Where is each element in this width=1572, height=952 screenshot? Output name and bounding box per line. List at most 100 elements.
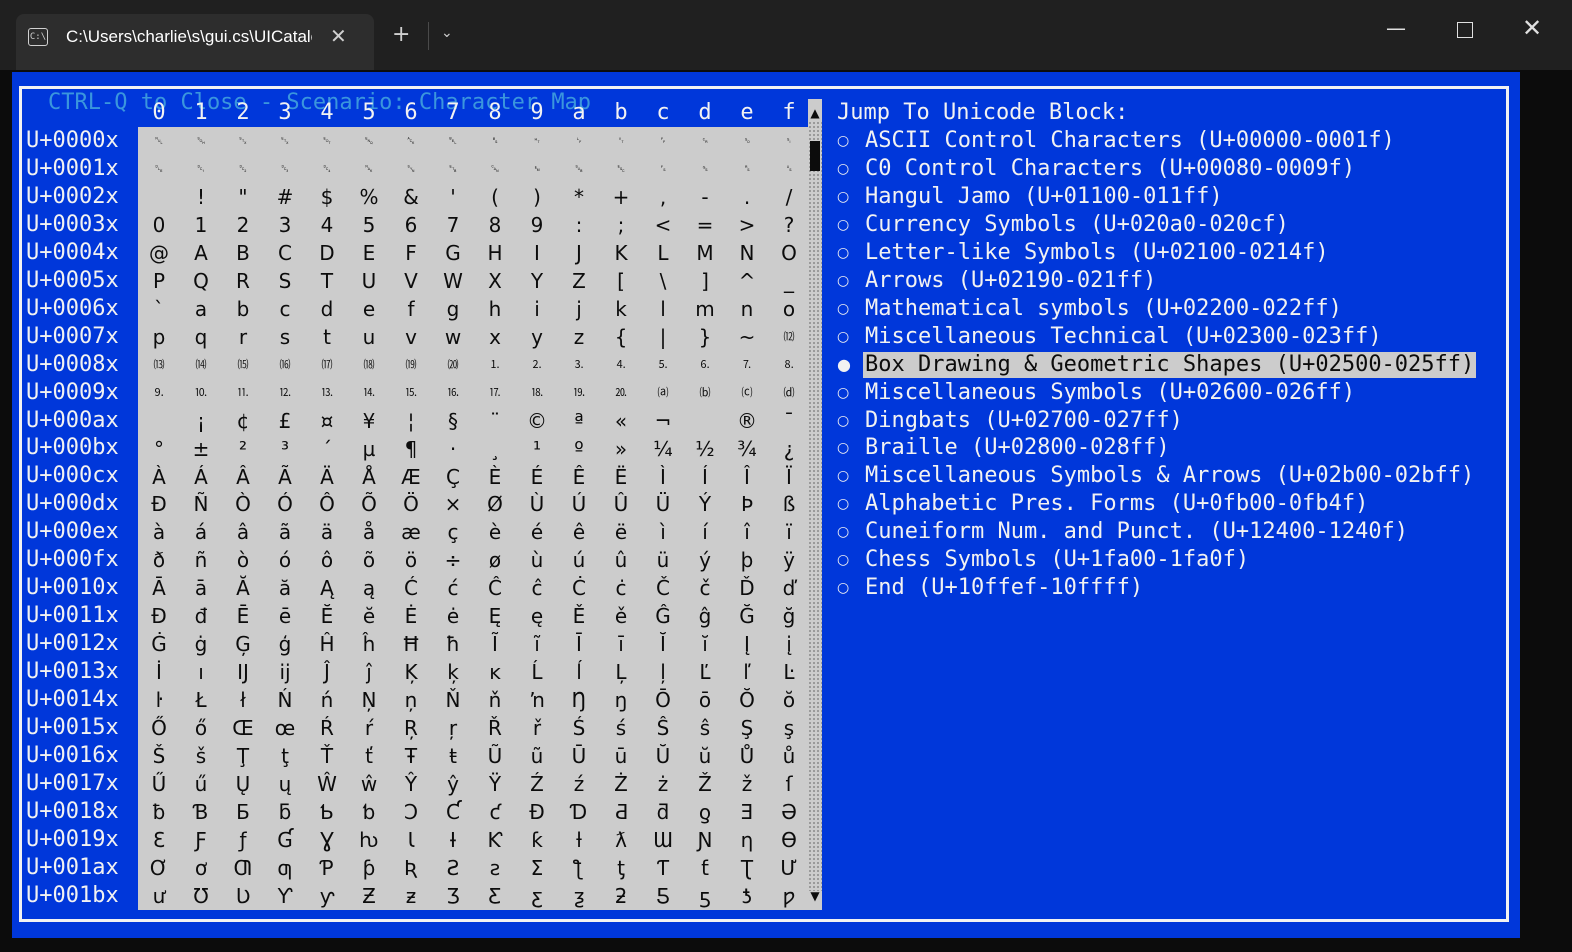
unicode-block-option[interactable]: ○ Braille (U+02800-028ff) — [837, 434, 1476, 462]
radio-unchecked-icon[interactable]: ○ — [837, 524, 863, 540]
unicode-block-option[interactable]: ○ Chess Symbols (U+1fa00-1fa0f) — [837, 546, 1476, 574]
charmap-grid[interactable]: ␀ ␁ ␂ ␃ ␄ ␅ ␆ ␇ ␈ ␉ ␊ ␋ ␌ ␍ ␎ ␏ ␐ ␑ ␒ ␓ ␔ ␕ ␖ ␗ ␘ ␙ ␚ ␛ ␜ ␝ ␞ ␟ ! " # $% & '… — [138, 127, 808, 910]
glyph-cell[interactable]: ą — [348, 574, 390, 602]
unicode-block-option[interactable]: ○ Dingbats (U+02700-027ff) — [837, 407, 1476, 435]
glyph-cell[interactable]: Ü — [642, 490, 684, 518]
glyph-cell[interactable] — [138, 183, 180, 211]
radio-unchecked-icon[interactable]: ○ — [837, 468, 863, 484]
glyph-cell[interactable]: ţ — [264, 742, 306, 770]
glyph-cell[interactable]: ␞ — [726, 155, 768, 183]
glyph-cell[interactable]: 8 — [474, 211, 516, 239]
glyph-cell[interactable]: ␆ — [390, 127, 432, 155]
radio-unchecked-icon[interactable]: ○ — [837, 273, 863, 289]
glyph-cell[interactable]: į — [768, 630, 808, 658]
glyph-cell[interactable]: u — [348, 323, 390, 351]
glyph-cell[interactable]: ç — [432, 518, 474, 546]
unicode-block-option[interactable]: ○ Letter-like Symbols (U+02100-0214f) — [837, 239, 1476, 267]
glyph-cell[interactable]: ¢ — [222, 407, 264, 435]
unicode-block-option[interactable]: ● Box Drawing & Geometric Shapes (U+02500… — [837, 351, 1477, 379]
minimize-icon[interactable]: — — [1386, 16, 1406, 40]
glyph-cell[interactable]: Ŗ — [390, 714, 432, 742]
glyph-cell[interactable]: ý — [684, 546, 726, 574]
glyph-cell[interactable]: m — [684, 295, 726, 323]
glyph-cell[interactable]: è — [474, 518, 516, 546]
glyph-cell[interactable]: } — [684, 323, 726, 351]
glyph-cell[interactable]: : — [558, 211, 600, 239]
glyph-cell[interactable]: C — [264, 239, 306, 267]
glyph-cell[interactable]: É — [516, 463, 558, 491]
glyph-cell[interactable]: ␀ — [138, 127, 180, 155]
glyph-cell[interactable]: Ŝ — [642, 714, 684, 742]
glyph-cell[interactable]: | — [642, 323, 684, 351]
glyph-cell[interactable]: 2 — [222, 211, 264, 239]
glyph-cell[interactable]: ⒋ — [600, 351, 642, 379]
glyph-cell[interactable]: ƾ — [726, 882, 768, 910]
glyph-cell[interactable]: ŉ — [516, 686, 558, 714]
glyph-cell[interactable]: Ū — [558, 742, 600, 770]
glyph-cell[interactable]: ň — [474, 686, 516, 714]
radio-unchecked-icon[interactable]: ○ — [837, 329, 863, 345]
glyph-cell[interactable]: ¦ — [390, 407, 432, 435]
glyph-cell[interactable]: ␙ — [516, 155, 558, 183]
glyph-cell[interactable]: o — [768, 295, 808, 323]
glyph-cell[interactable]: ď — [768, 574, 808, 602]
unicode-block-option[interactable]: ○ C0 Control Characters (U+00080-0009f) — [837, 155, 1476, 183]
glyph-cell[interactable]: y — [516, 323, 558, 351]
glyph-cell[interactable]: Y — [516, 267, 558, 295]
glyph-cell[interactable]: ¨ — [474, 407, 516, 435]
glyph-cell[interactable]: ¥ — [348, 407, 390, 435]
glyph-cell[interactable]: ⒏ — [768, 351, 808, 379]
glyph-cell[interactable]: ƀ — [138, 798, 180, 826]
glyph-cell[interactable]: ğ — [768, 602, 808, 630]
glyph-cell[interactable]: Û — [600, 490, 642, 518]
glyph-cell[interactable]: ␜ — [642, 155, 684, 183]
glyph-cell[interactable]: Ż — [600, 770, 642, 798]
glyph-cell[interactable]: ĳ — [264, 658, 306, 686]
glyph-cell[interactable]: ³ — [264, 435, 306, 463]
glyph-cell[interactable]: ? — [768, 211, 808, 239]
glyph-cell[interactable]: ƚ — [558, 826, 600, 854]
glyph-cell[interactable]: I — [516, 239, 558, 267]
glyph-cell[interactable]: İ — [138, 658, 180, 686]
glyph-cell[interactable]: ï — [768, 518, 808, 546]
glyph-cell[interactable]: ƥ — [348, 854, 390, 882]
glyph-cell[interactable]: ń — [306, 686, 348, 714]
glyph-cell[interactable]: ␓ — [264, 155, 306, 183]
glyph-cell[interactable]: Ɔ — [390, 798, 432, 826]
glyph-cell[interactable]: F — [390, 239, 432, 267]
glyph-cell[interactable]: ¤ — [306, 407, 348, 435]
glyph-cell[interactable]: Ƌ — [600, 798, 642, 826]
glyph-cell[interactable]: ⒜ — [642, 379, 684, 407]
radio-unchecked-icon[interactable]: ○ — [837, 385, 863, 401]
glyph-cell[interactable]: ř — [516, 714, 558, 742]
glyph-cell[interactable]: P — [138, 267, 180, 295]
glyph-cell[interactable]: č — [684, 574, 726, 602]
glyph-cell[interactable]: * — [558, 183, 600, 211]
glyph-cell[interactable]: r — [222, 323, 264, 351]
glyph-cell[interactable]: Ĺ — [516, 658, 558, 686]
glyph-cell[interactable]: Ƣ — [222, 854, 264, 882]
charmap-scrollbar[interactable]: ▲ ▼ — [808, 99, 822, 910]
glyph-cell[interactable]: Ʒ — [432, 882, 474, 910]
glyph-cell[interactable]: ŵ — [348, 770, 390, 798]
glyph-cell[interactable]: ⒔ — [306, 379, 348, 407]
glyph-cell[interactable]: ⒑ — [180, 379, 222, 407]
unicode-block-option[interactable]: ○ Alphabetic Pres. Forms (U+0fb00-0fb4f) — [837, 490, 1476, 518]
glyph-cell[interactable]: ² — [222, 435, 264, 463]
glyph-cell[interactable]: ( — [474, 183, 516, 211]
glyph-cell[interactable]: ź — [558, 770, 600, 798]
glyph-cell[interactable]: ù — [516, 546, 558, 574]
glyph-cell[interactable]: Ľ — [684, 658, 726, 686]
glyph-cell[interactable]: å — [348, 518, 390, 546]
glyph-cell[interactable]: Ʀ — [390, 854, 432, 882]
glyph-cell[interactable]: ⒟ — [768, 379, 808, 407]
glyph-cell[interactable]: Æ — [390, 463, 432, 491]
glyph-cell[interactable]: Ɛ — [138, 826, 180, 854]
glyph-cell[interactable]: h — [474, 295, 516, 323]
glyph-cell[interactable]: ⒙ — [516, 379, 558, 407]
glyph-cell[interactable]: ā — [180, 574, 222, 602]
glyph-cell[interactable]: 7 — [432, 211, 474, 239]
glyph-cell[interactable]: Ĵ — [306, 658, 348, 686]
glyph-cell[interactable]: G — [432, 239, 474, 267]
glyph-cell[interactable]: v — [390, 323, 432, 351]
